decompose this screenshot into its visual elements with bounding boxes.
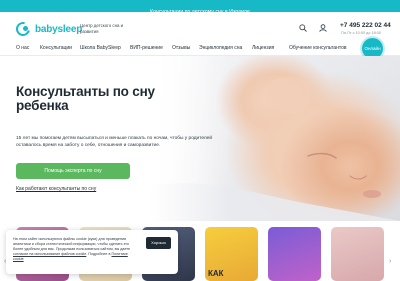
site-header: babysleep Центр детского сна и развития … bbox=[0, 14, 400, 40]
cookie-text-main: На этом сайте используются файлы cookie … bbox=[13, 237, 131, 252]
hero-section: Консультанты по сну ребенка 15 лет мы по… bbox=[0, 56, 400, 221]
nav-item-encyclopedia[interactable]: Энциклопедия сна bbox=[199, 43, 242, 53]
brand-tagline: Центр детского сна и развития bbox=[80, 23, 124, 34]
cookie-banner: На этом сайте используются файлы cookie … bbox=[6, 230, 178, 274]
user-icon[interactable] bbox=[319, 24, 327, 32]
nav-item-about[interactable]: О нас bbox=[16, 43, 29, 53]
tile-card[interactable] bbox=[268, 227, 321, 281]
expert-help-button[interactable]: Помощь эксперта по сну bbox=[16, 163, 130, 179]
nav-item-school[interactable]: Школа BabySleep bbox=[80, 43, 121, 53]
nav-item-license[interactable]: Лицензия bbox=[252, 43, 274, 53]
cookie-accept-button[interactable]: Хорошо bbox=[146, 237, 171, 249]
hero-title: Консультанты по сну ребенка bbox=[16, 84, 155, 113]
cookie-text: На этом сайте используются файлы cookie … bbox=[13, 237, 135, 262]
cookie-text-more: . Подробнее в bbox=[86, 252, 111, 257]
cookie-consent-link[interactable]: согласие на использование файлов cookie bbox=[13, 252, 86, 256]
phone-number[interactable]: +7 495 222 02 44 bbox=[340, 22, 391, 29]
tile-label: КАК bbox=[208, 269, 224, 278]
arrow-right-icon[interactable]: › bbox=[389, 258, 391, 265]
header-icons bbox=[299, 24, 327, 32]
working-hours: Пн-Пт с 10:00 до 18:00 bbox=[341, 31, 382, 35]
nav-item-consultations[interactable]: Консультации bbox=[40, 43, 72, 53]
top-announcement-bar: Консультации по детскому сну в Израиле bbox=[0, 0, 400, 15]
nav-item-reviews[interactable]: Отзывы bbox=[172, 43, 190, 53]
brand-logo[interactable]: babysleep bbox=[13, 19, 83, 39]
tile-card[interactable]: КАК bbox=[205, 227, 258, 281]
tile-card[interactable] bbox=[331, 227, 384, 281]
hero-description: 15 лет мы помогаем детям высыпаться и ме… bbox=[16, 136, 213, 148]
main-nav: О нас Консультации Школа BabySleep ВИП-р… bbox=[0, 43, 400, 55]
nav-item-training[interactable]: Обучение консультантов bbox=[289, 43, 347, 53]
how-it-works-link[interactable]: Как работают консультанты по сну bbox=[16, 186, 96, 192]
moon-logo-icon bbox=[13, 19, 33, 39]
nav-item-vip[interactable]: ВИП-решение bbox=[130, 43, 163, 53]
search-icon[interactable] bbox=[299, 24, 307, 32]
brand-name: babysleep bbox=[35, 23, 83, 35]
